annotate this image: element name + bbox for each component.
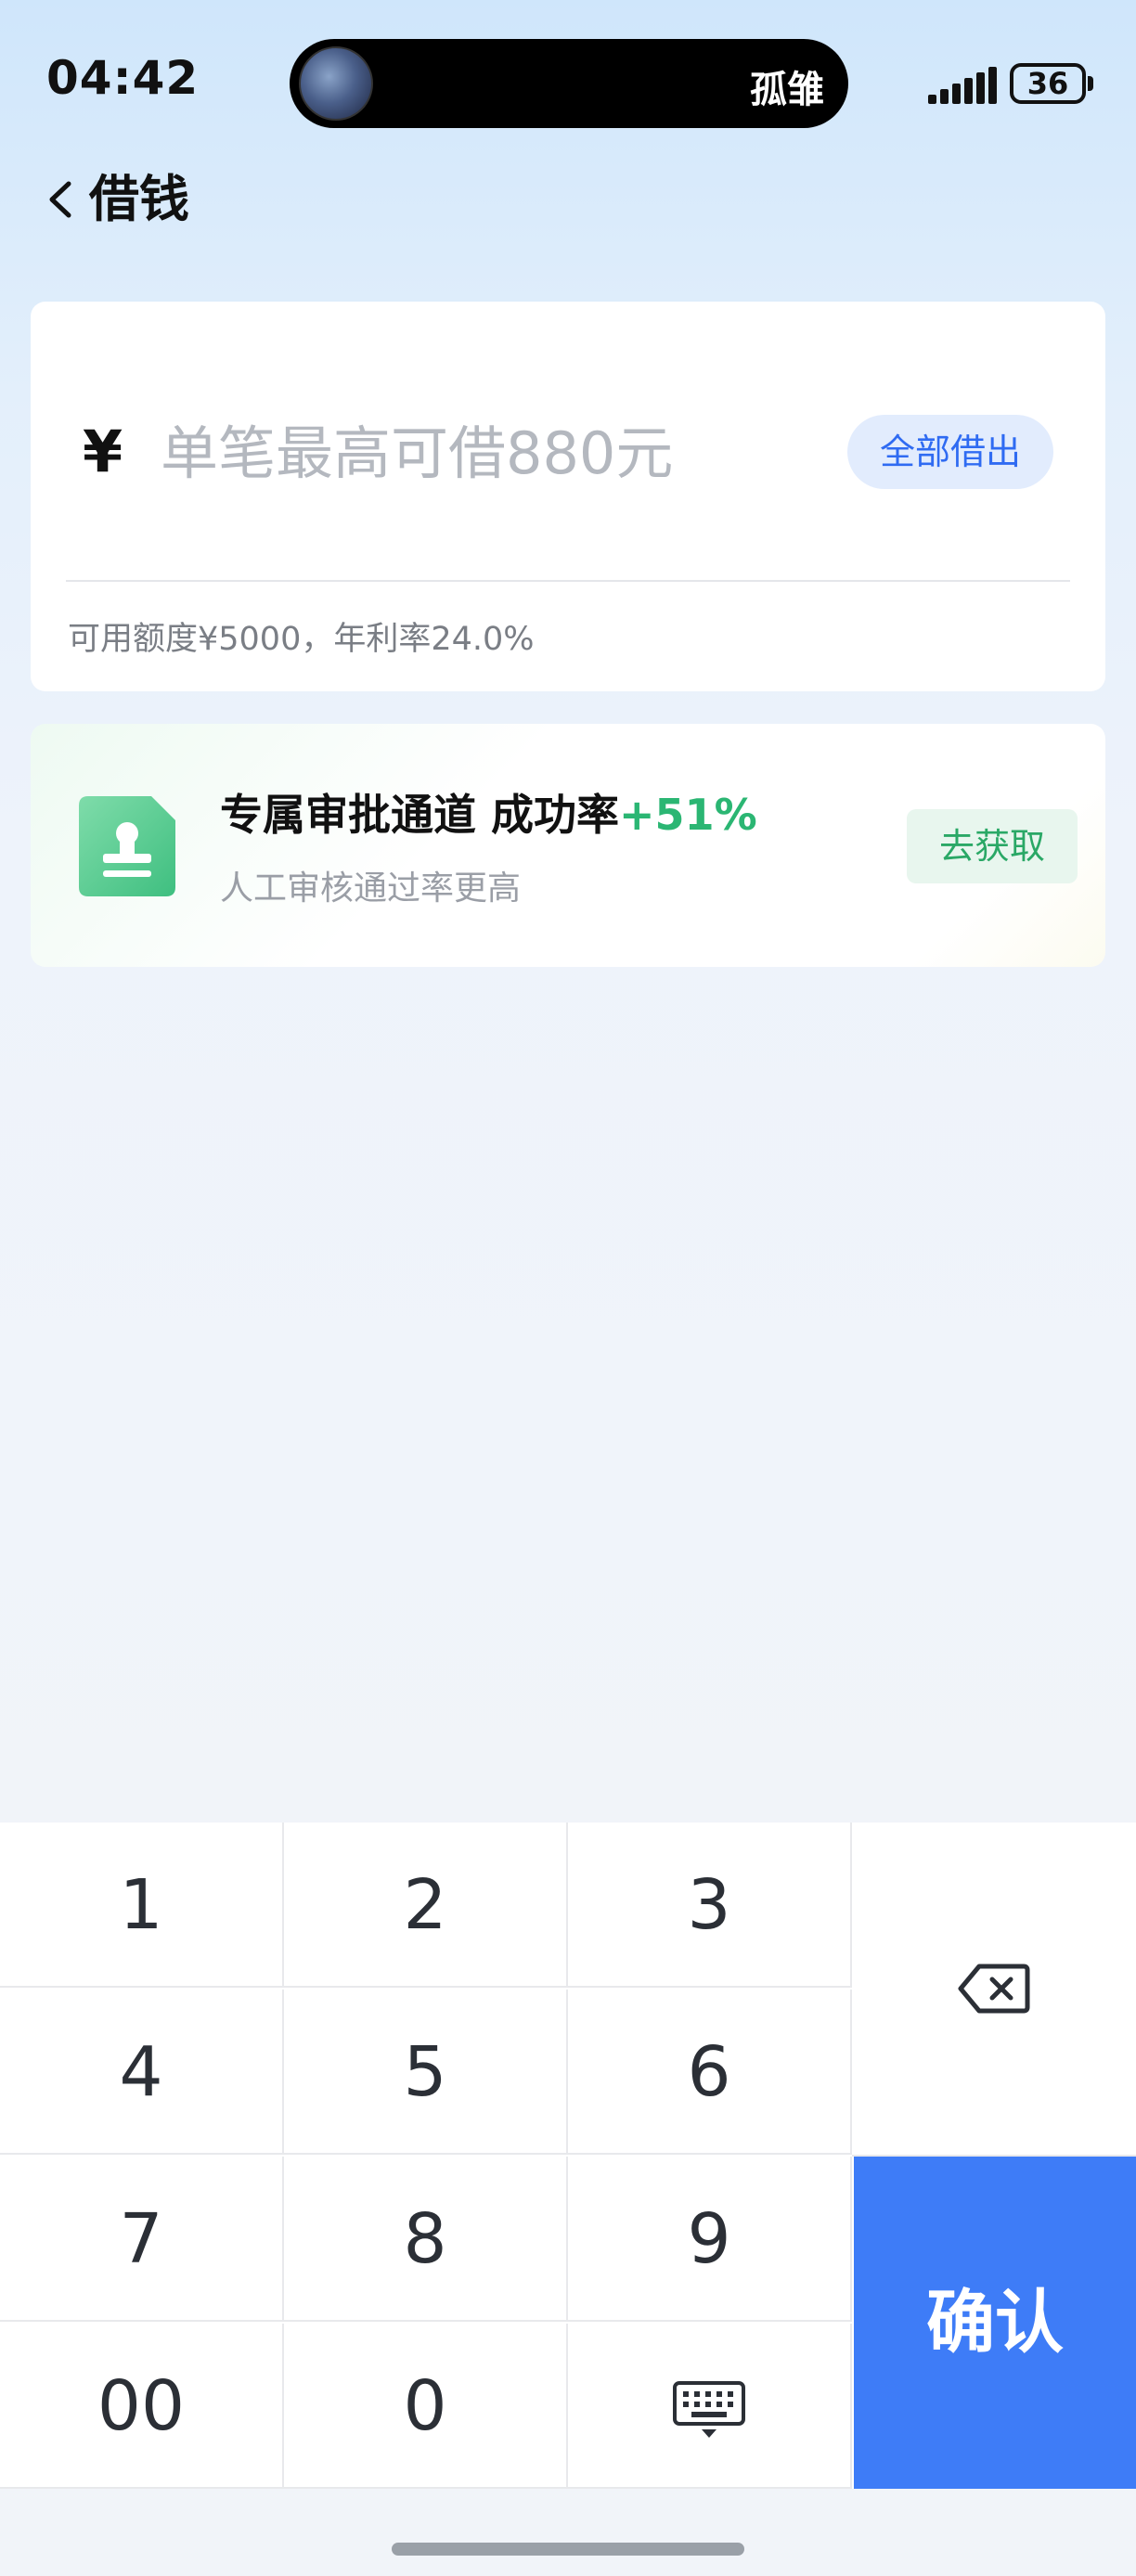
dynamic-island[interactable]: 孤雏: [290, 39, 848, 128]
key-9[interactable]: 9: [568, 2157, 852, 2322]
key-6[interactable]: 6: [568, 1990, 852, 2155]
now-playing-title: 孤雏: [750, 69, 824, 111]
amount-input[interactable]: [161, 402, 736, 504]
status-time: 04:42: [46, 51, 200, 105]
stamp-document-icon: [79, 796, 175, 896]
key-0[interactable]: 0: [284, 2324, 568, 2489]
numeric-keypad: 1 2 3 4 5 6 7 8 9 00 0 确认: [0, 1823, 1136, 2489]
back-button[interactable]: [30, 167, 95, 232]
keyboard-hide-icon: [673, 2381, 745, 2439]
key-4[interactable]: 4: [0, 1990, 284, 2155]
currency-symbol: ¥: [83, 418, 123, 485]
key-7[interactable]: 7: [0, 2157, 284, 2322]
music-cover-avatar: [299, 46, 373, 121]
nav-bar: 借钱: [0, 158, 1136, 241]
approval-subtitle: 人工审核通过率更高: [220, 869, 522, 908]
borrow-all-button[interactable]: 全部借出: [847, 415, 1053, 489]
page-title: 借钱: [89, 170, 189, 228]
delete-button[interactable]: [852, 1823, 1136, 2157]
hide-keyboard-button[interactable]: [568, 2324, 852, 2489]
backspace-icon: [958, 1964, 1030, 2014]
get-approval-button[interactable]: 去获取: [907, 809, 1078, 883]
key-00[interactable]: 00: [0, 2324, 284, 2489]
key-2[interactable]: 2: [284, 1823, 568, 1988]
chevron-left-icon: [49, 181, 71, 218]
key-5[interactable]: 5: [284, 1990, 568, 2155]
home-indicator[interactable]: [392, 2543, 744, 2556]
key-8[interactable]: 8: [284, 2157, 568, 2322]
approval-title: 专属审批通道 成功率+51%: [220, 781, 757, 843]
status-bar: 04:42 孤雏 36: [0, 0, 1136, 167]
key-1[interactable]: 1: [0, 1823, 284, 1988]
cellular-signal-icon: [928, 65, 999, 104]
key-3[interactable]: 3: [568, 1823, 852, 1988]
approval-title-text: 专属审批通道 成功率: [220, 790, 620, 840]
approval-rate: +51%: [619, 790, 757, 840]
credit-limit-info: 可用额度¥5000，年利率24.0%: [68, 621, 535, 658]
battery-icon: 36: [1010, 63, 1093, 104]
amount-card: ¥ 全部借出 可用额度¥5000，年利率24.0%: [31, 302, 1105, 691]
confirm-button[interactable]: 确认: [854, 2157, 1136, 2489]
divider: [66, 580, 1070, 582]
approval-channel-card[interactable]: 专属审批通道 成功率+51% 人工审核通过率更高 去获取: [31, 724, 1105, 967]
